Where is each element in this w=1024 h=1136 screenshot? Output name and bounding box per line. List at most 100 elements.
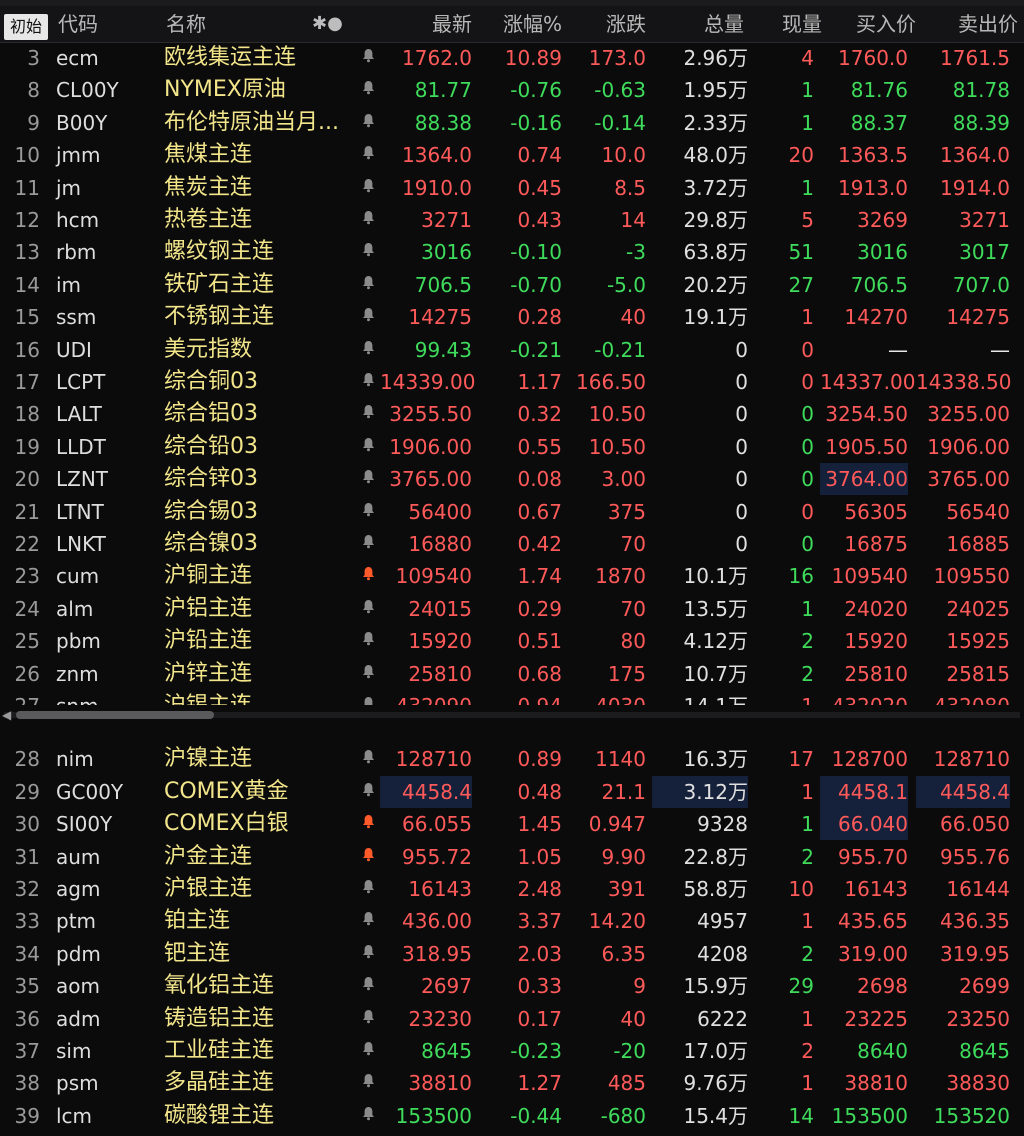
table-row[interactable]: 22 LNKT 综合镍03 16880 0.42 70 0 0 16875 16885 xyxy=(0,528,1024,560)
table-row[interactable]: 15 ssm 不锈钢主连 14275 0.28 40 19.1万 1 14270 14275 xyxy=(0,301,1024,333)
contract-name: 螺纹钢主连 xyxy=(164,239,275,265)
table-row[interactable]: 24 alm 沪铝主连 24015 0.29 70 13.5万 1 24020 24025 xyxy=(0,593,1024,625)
table-row[interactable]: 13 rbm 螺纹钢主连 3016 -0.10 -3 63.8万 51 3016 3017 xyxy=(0,236,1024,268)
column-header-change[interactable]: 涨跌 xyxy=(570,6,646,42)
table-row[interactable]: 29 GC00Y COMEX黄金 4458.4 0.48 21.1 3.12万 1 4458.1… xyxy=(0,775,1024,808)
bell-icon[interactable] xyxy=(360,398,376,430)
bell-icon[interactable] xyxy=(360,625,376,657)
table-row[interactable]: 17 LCPT 综合铜03 14339.00 1.17 166.50 0 0 14337.00 1… xyxy=(0,366,1024,398)
bell-icon[interactable] xyxy=(360,938,376,970)
scroll-left-arrow-icon[interactable]: ◀ xyxy=(2,708,11,722)
scrollbar-thumb[interactable] xyxy=(16,711,214,719)
total-volume: 3.12万 xyxy=(652,775,748,808)
bell-icon[interactable] xyxy=(360,236,376,268)
row-index: 16 xyxy=(14,337,40,362)
bell-icon[interactable] xyxy=(360,808,376,840)
table-row[interactable]: 19 LLDT 综合铅03 1906.00 0.55 10.50 0 0 1905.50 1906… xyxy=(0,431,1024,463)
table-row[interactable]: 34 pdm 钯主连 318.95 2.03 6.35 4208 2 319.00 319.95 xyxy=(0,938,1024,970)
bell-icon[interactable] xyxy=(360,463,376,495)
bell-icon[interactable] xyxy=(360,743,376,775)
bell-icon[interactable] xyxy=(360,431,376,463)
table-row[interactable]: 33 ptm 铂主连 436.00 3.37 14.20 4957 1 435.65 436.35 xyxy=(0,905,1024,937)
change-amount: 1870 xyxy=(595,564,646,589)
bell-icon[interactable] xyxy=(360,204,376,236)
column-header-code[interactable]: 代码 xyxy=(58,6,98,42)
bell-icon[interactable] xyxy=(360,301,376,333)
table-row[interactable]: 30 SI00Y COMEX白银 66.055 1.45 0.947 9328 1 66.040… xyxy=(0,808,1024,841)
row-index: 12 xyxy=(14,208,40,232)
column-header-change-percent[interactable]: 涨幅% xyxy=(480,6,562,42)
contract-name: 铁矿石主连 xyxy=(164,271,275,297)
bell-icon[interactable] xyxy=(360,172,376,204)
bell-icon[interactable] xyxy=(360,841,376,873)
bell-icon[interactable] xyxy=(360,269,376,301)
column-header-ask[interactable]: 卖出价 xyxy=(916,6,1018,42)
bell-icon[interactable] xyxy=(360,1035,376,1067)
table-row[interactable]: 16 UDI 美元指数 99.43 -0.21 -0.21 0 0 — — xyxy=(0,334,1024,366)
change-amount: -3 xyxy=(626,240,646,265)
ask-price: 3017 xyxy=(959,240,1010,265)
bell-icon[interactable] xyxy=(360,1003,376,1035)
table-row[interactable]: 12 hcm 热卷主连 3271 0.43 14 29.8万 5 3269 3271 xyxy=(0,204,1024,236)
bell-icon[interactable] xyxy=(360,658,376,690)
bell-icon[interactable] xyxy=(360,528,376,560)
current-volume: 0 xyxy=(801,532,814,556)
bell-icon[interactable] xyxy=(360,107,376,139)
bell-icon[interactable] xyxy=(360,42,376,74)
last-price: 8645 xyxy=(421,1039,472,1063)
bell-icon[interactable] xyxy=(360,776,376,808)
ask-price: 1906.00 xyxy=(927,434,1010,459)
table-row[interactable]: 3 ecm 欧线集运主连 1762.0 10.89 173.0 2.96万 4 1760.0 17… xyxy=(0,42,1024,74)
table-row[interactable]: 36 adm 铸造铝主连 23230 0.17 40 6222 1 23225 23250 xyxy=(0,1003,1024,1035)
table-row[interactable]: 28 nim 沪镍主连 128710 0.89 1140 16.3万 17 128700 1287… xyxy=(0,743,1024,775)
contract-code: pbm xyxy=(56,629,101,654)
column-header-icons[interactable]: ✱● xyxy=(312,6,343,42)
bell-icon[interactable] xyxy=(360,970,376,1002)
bell-icon[interactable] xyxy=(360,1067,376,1099)
last-price: 16143 xyxy=(408,877,472,901)
contract-name: 沪铝主连 xyxy=(164,595,253,621)
bid-price: 66.040 xyxy=(820,808,908,841)
contract-code: LZNT xyxy=(56,467,109,492)
bell-icon[interactable] xyxy=(360,366,376,398)
bell-icon[interactable] xyxy=(360,873,376,905)
total-volume: 9.76万 xyxy=(683,1071,748,1096)
column-header-current-volume[interactable]: 现量 xyxy=(752,6,822,42)
column-header-volume[interactable]: 总量 xyxy=(652,6,744,42)
change-amount: -0.14 xyxy=(594,110,646,135)
table-row[interactable]: 18 LALT 综合铝03 3255.50 0.32 10.50 0 0 3254.50 3255… xyxy=(0,398,1024,430)
column-header-last[interactable]: 最新 xyxy=(380,6,472,42)
ask-price: 1761.5 xyxy=(940,46,1010,70)
table-row[interactable]: 25 pbm 沪铅主连 15920 0.51 80 4.12万 2 15920 15925 xyxy=(0,625,1024,657)
table-row[interactable]: 32 agm 沪银主连 16143 2.48 391 58.8万 10 16143 16144 xyxy=(0,873,1024,905)
table-row[interactable]: 9 B00Y 布伦特原油当月... 88.38 -0.16 -0.14 2.33万 1 88.3… xyxy=(0,107,1024,139)
bell-icon[interactable] xyxy=(360,560,376,592)
bid-price: 38810 xyxy=(844,1071,908,1096)
bell-icon[interactable] xyxy=(360,139,376,171)
table-row[interactable]: 11 jm 焦炭主连 1910.0 0.45 8.5 3.72万 1 1913.0 1914.0 xyxy=(0,172,1024,204)
total-volume: 15.9万 xyxy=(683,974,748,999)
bell-icon[interactable] xyxy=(360,496,376,528)
bell-icon[interactable] xyxy=(360,74,376,106)
table-row[interactable]: 21 LTNT 综合锡03 56400 0.67 375 0 0 56305 56540 xyxy=(0,496,1024,528)
table-row[interactable]: 26 znm 沪锌主连 25810 0.68 175 10.7万 2 25810 25815 xyxy=(0,658,1024,690)
table-row[interactable]: 8 CL00Y NYMEX原油 81.77 -0.76 -0.63 1.95万 1 81.76 8… xyxy=(0,74,1024,106)
table-row[interactable]: 20 LZNT 综合锌03 3765.00 0.08 3.00 0 0 3764.00 3765.… xyxy=(0,463,1024,496)
contract-name: 沪金主连 xyxy=(164,843,253,869)
table-row[interactable]: 35 aom 氧化铝主连 2697 0.33 9 15.9万 29 2698 2699 xyxy=(0,970,1024,1002)
bell-icon[interactable] xyxy=(360,905,376,937)
column-header-name[interactable]: 名称 xyxy=(166,6,206,42)
bell-icon[interactable] xyxy=(360,334,376,366)
horizontal-scrollbar[interactable]: ◀ xyxy=(0,705,1024,725)
table-row[interactable]: 23 cum 沪铜主连 109540 1.74 1870 10.1万 16 109540 1095… xyxy=(0,560,1024,592)
table-row[interactable]: 37 sim 工业硅主连 8645 -0.23 -20 17.0万 2 8640 8645 xyxy=(0,1035,1024,1067)
table-row[interactable]: 14 im 铁矿石主连 706.5 -0.70 -5.0 20.2万 27 706.5 707.0 xyxy=(0,269,1024,301)
current-volume: 0 xyxy=(801,370,814,394)
bell-icon[interactable] xyxy=(360,593,376,625)
table-row[interactable]: 10 jmm 焦煤主连 1364.0 0.74 10.0 48.0万 20 1363.5 1364… xyxy=(0,139,1024,171)
table-row[interactable]: 31 aum 沪金主连 955.72 1.05 9.90 22.8万 2 955.70 955.7… xyxy=(0,841,1024,873)
column-header-bid[interactable]: 买入价 xyxy=(820,6,916,42)
initial-button[interactable]: 初始 xyxy=(4,14,48,40)
table-row[interactable]: 38 psm 多晶硅主连 38810 1.27 485 9.76万 1 38810 38830 xyxy=(0,1067,1024,1099)
bid-price: 319.00 xyxy=(838,941,908,966)
